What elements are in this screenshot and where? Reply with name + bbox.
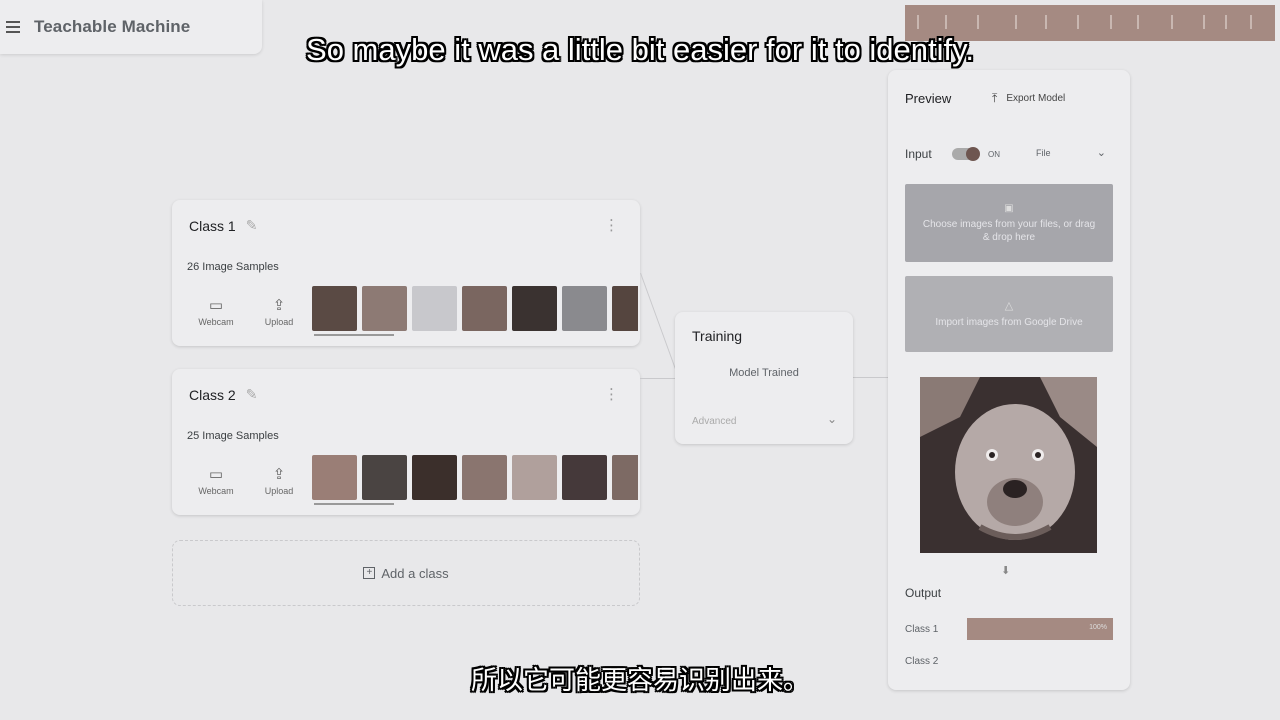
sample-thumbnails[interactable] xyxy=(312,455,638,501)
advanced-toggle[interactable]: Advanced xyxy=(692,416,736,427)
output-label: Output xyxy=(905,586,942,600)
sample-thumbnail[interactable] xyxy=(612,455,638,500)
export-icon: ⤒ xyxy=(992,91,998,105)
google-drive-icon: △ xyxy=(1004,300,1014,312)
upload-label: Upload xyxy=(264,317,294,327)
webcam-label: Webcam xyxy=(198,317,234,327)
export-label: Export Model xyxy=(1006,93,1066,104)
sample-count: 25 Image Samples xyxy=(187,430,279,442)
pencil-icon[interactable]: ✎ xyxy=(246,217,258,234)
dog-photo xyxy=(920,377,1097,553)
webcam-button[interactable]: ▭ Webcam xyxy=(194,296,238,327)
scroll-indicator[interactable] xyxy=(314,503,394,505)
sample-thumbnail[interactable] xyxy=(612,286,638,331)
dropzone-text: Choose images from your files, or drag &… xyxy=(922,218,1096,243)
videocam-icon: ▭ xyxy=(208,297,224,314)
class-card-1: Class 1 ✎ ⋮ 26 Image Samples ▭ Webcam ⇪ … xyxy=(172,200,640,346)
class-name[interactable]: Class 1 xyxy=(189,218,236,234)
app-header: Teachable Machine xyxy=(0,0,262,54)
output-class-label: Class 1 xyxy=(905,624,939,635)
subtitle-chinese: 所以它可能更容易识别出来。 xyxy=(470,665,809,695)
folder-icon: ▣ xyxy=(1004,202,1014,214)
train-model-button[interactable]: Model Trained xyxy=(675,367,853,379)
sample-thumbnail[interactable] xyxy=(312,286,357,331)
training-title: Training xyxy=(692,328,743,344)
chevron-down-icon: ⌄ xyxy=(1096,147,1106,159)
connector-line xyxy=(853,377,888,378)
upload-button[interactable]: ⇪ Upload xyxy=(257,296,301,327)
upload-button[interactable]: ⇪ Upload xyxy=(257,465,301,496)
class-name[interactable]: Class 2 xyxy=(189,387,236,403)
sample-thumbnail[interactable] xyxy=(412,455,457,500)
training-panel: Training Model Trained Advanced ⌄ xyxy=(675,312,853,444)
confidence-bar: 100% xyxy=(967,618,1113,640)
sample-thumbnail[interactable] xyxy=(312,455,357,500)
add-box-icon: + xyxy=(363,567,376,579)
add-class-label: Add a class xyxy=(381,565,449,581)
more-vert-icon[interactable]: ⋮ xyxy=(604,385,619,403)
output-class-label: Class 2 xyxy=(905,656,939,667)
toggle-knob xyxy=(966,147,980,161)
subtitle-english: So maybe it was a little bit easier for … xyxy=(306,32,974,67)
arrow-down-icon: ⬇ xyxy=(1001,565,1011,577)
more-vert-icon[interactable]: ⋮ xyxy=(604,216,619,234)
sample-thumbnail[interactable] xyxy=(462,455,507,500)
menu-icon[interactable] xyxy=(6,17,26,37)
class-card-2: Class 2 ✎ ⋮ 25 Image Samples ▭ Webcam ⇪ … xyxy=(172,369,640,515)
input-toggle[interactable] xyxy=(952,147,980,161)
scroll-indicator[interactable] xyxy=(314,334,394,336)
file-dropzone[interactable]: ▣ Choose images from your files, or drag… xyxy=(905,184,1113,262)
sample-thumbnail[interactable] xyxy=(412,286,457,331)
sample-thumbnail[interactable] xyxy=(362,286,407,331)
sample-thumbnails[interactable] xyxy=(312,286,638,332)
sample-thumbnail[interactable] xyxy=(562,286,607,331)
sample-thumbnail[interactable] xyxy=(512,455,557,500)
chevron-down-icon[interactable]: ⌄ xyxy=(827,412,837,426)
webcam-button[interactable]: ▭ Webcam xyxy=(194,465,238,496)
upload-label: Upload xyxy=(264,486,294,496)
input-label: Input xyxy=(905,147,932,161)
videocam-icon: ▭ xyxy=(208,466,224,483)
sample-thumbnail[interactable] xyxy=(512,286,557,331)
upload-icon: ⇪ xyxy=(272,297,286,314)
webcam-label: Webcam xyxy=(198,486,234,496)
connector-line xyxy=(640,378,676,379)
drive-text: Import images from Google Drive xyxy=(935,317,1083,328)
sample-count: 26 Image Samples xyxy=(187,261,279,273)
sample-thumbnail[interactable] xyxy=(462,286,507,331)
input-source-value: File xyxy=(1036,148,1051,158)
add-class-button[interactable]: + Add a class xyxy=(172,540,640,606)
app-title[interactable]: Teachable Machine xyxy=(34,17,190,37)
pencil-icon[interactable]: ✎ xyxy=(246,386,258,403)
sample-thumbnail[interactable] xyxy=(562,455,607,500)
preview-image xyxy=(920,377,1097,553)
upload-icon: ⇪ xyxy=(272,466,286,483)
google-drive-import-button[interactable]: △ Import images from Google Drive xyxy=(905,276,1113,352)
preview-title: Preview xyxy=(905,91,952,106)
export-model-button[interactable]: ⤒ Export Model xyxy=(992,91,1065,106)
toggle-state: ON xyxy=(988,150,1000,159)
sample-thumbnail[interactable] xyxy=(362,455,407,500)
preview-panel: Preview ⤒ Export Model Input ON File ⌄ ▣… xyxy=(888,70,1130,690)
confidence-value: 100% xyxy=(1089,624,1107,631)
input-source-select[interactable]: File ⌄ xyxy=(1036,147,1106,159)
